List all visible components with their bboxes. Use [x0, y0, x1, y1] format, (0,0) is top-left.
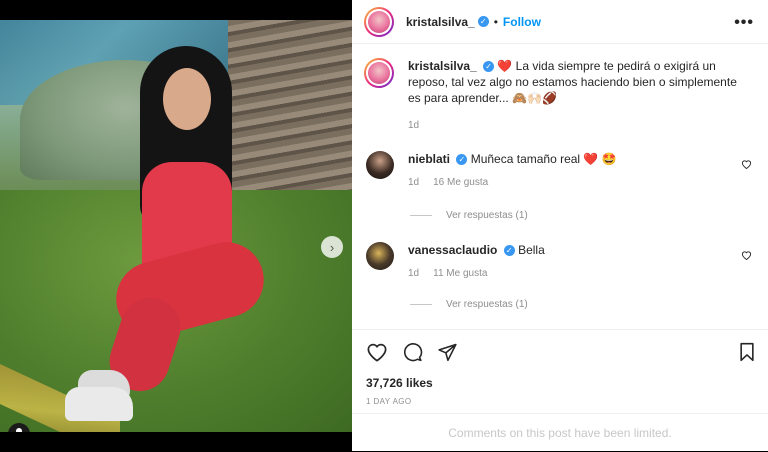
like-count[interactable]: 37,726 likes: [366, 376, 433, 390]
verified-badge-icon: ✓: [503, 245, 515, 257]
caption-avatar[interactable]: [364, 58, 394, 88]
view-replies-label: Ver respuestas (1): [446, 299, 528, 310]
heart-icon[interactable]: [366, 342, 388, 362]
view-replies-label: Ver respuestas (1): [446, 210, 528, 221]
author-username[interactable]: kristalsilva_: [406, 15, 475, 29]
comment-item: vanessaclaudio ✓ Bella 1d 11 Me gusta: [366, 242, 762, 279]
chevron-right-icon: ›: [329, 239, 335, 255]
view-replies-button[interactable]: Ver respuestas (1): [410, 210, 528, 221]
view-replies-button[interactable]: Ver respuestas (1): [410, 299, 528, 310]
user-tag-icon: [16, 428, 22, 432]
verified-badge-icon: ✓: [483, 61, 495, 73]
post-modal: › kristalsilva_ ✓ • Follow ••• kristalsi…: [0, 0, 768, 451]
post-header: kristalsilva_ ✓ • Follow •••: [352, 0, 768, 44]
photo-sneaker-front: [65, 387, 133, 421]
commenter-username[interactable]: nieblati: [408, 152, 450, 166]
verified-badge-icon: ✓: [456, 154, 468, 166]
comment-text: Bella: [518, 243, 545, 257]
follow-button[interactable]: Follow: [503, 15, 541, 29]
comment-time: 1d: [408, 268, 420, 279]
comment-likes[interactable]: 11 Me gusta: [433, 268, 487, 279]
bookmark-icon[interactable]: [738, 342, 756, 362]
comment-bubble-icon[interactable]: [402, 342, 423, 362]
post-timestamp[interactable]: 1 DAY AGO: [366, 397, 412, 406]
commenter-avatar[interactable]: [366, 151, 394, 179]
verified-badge-icon: ✓: [477, 16, 489, 27]
post-caption: kristalsilva_ ✓ ❤️ La vida siempre te pe…: [364, 58, 756, 134]
commenter-avatar[interactable]: [366, 242, 394, 270]
more-options-icon[interactable]: •••: [734, 14, 754, 32]
comment-time: 1d: [408, 177, 420, 188]
comments-limited-notice: Comments on this post have been limited.: [352, 413, 768, 452]
caption-username[interactable]: kristalsilva_: [408, 59, 477, 73]
media-top-bar: [0, 0, 352, 20]
carousel-next-button[interactable]: ›: [321, 236, 343, 258]
comment-item: nieblati ✓ Muñeca tamaño real ❤️ 🤩 1d 16…: [366, 151, 762, 188]
commenter-username[interactable]: vanessaclaudio: [408, 243, 497, 257]
action-icons: [366, 342, 458, 362]
comment-like-heart-icon[interactable]: [741, 159, 752, 172]
photo-face: [163, 68, 211, 130]
author-avatar[interactable]: [364, 6, 394, 37]
comment-text: Muñeca tamaño real ❤️ 🤩: [470, 152, 617, 166]
caption-time: 1d: [408, 120, 420, 131]
save-button[interactable]: [738, 342, 756, 362]
paper-plane-icon[interactable]: [437, 342, 458, 362]
photo-person: [60, 42, 273, 432]
post-photo: ›: [0, 20, 352, 432]
comment-likes[interactable]: 16 Me gusta: [433, 177, 488, 188]
post-side-panel: kristalsilva_ ✓ • Follow ••• kristalsilv…: [352, 0, 768, 451]
post-actions: 37,726 likes 1 DAY AGO Comments on this …: [352, 329, 768, 451]
comment-like-heart-icon[interactable]: [741, 250, 752, 263]
